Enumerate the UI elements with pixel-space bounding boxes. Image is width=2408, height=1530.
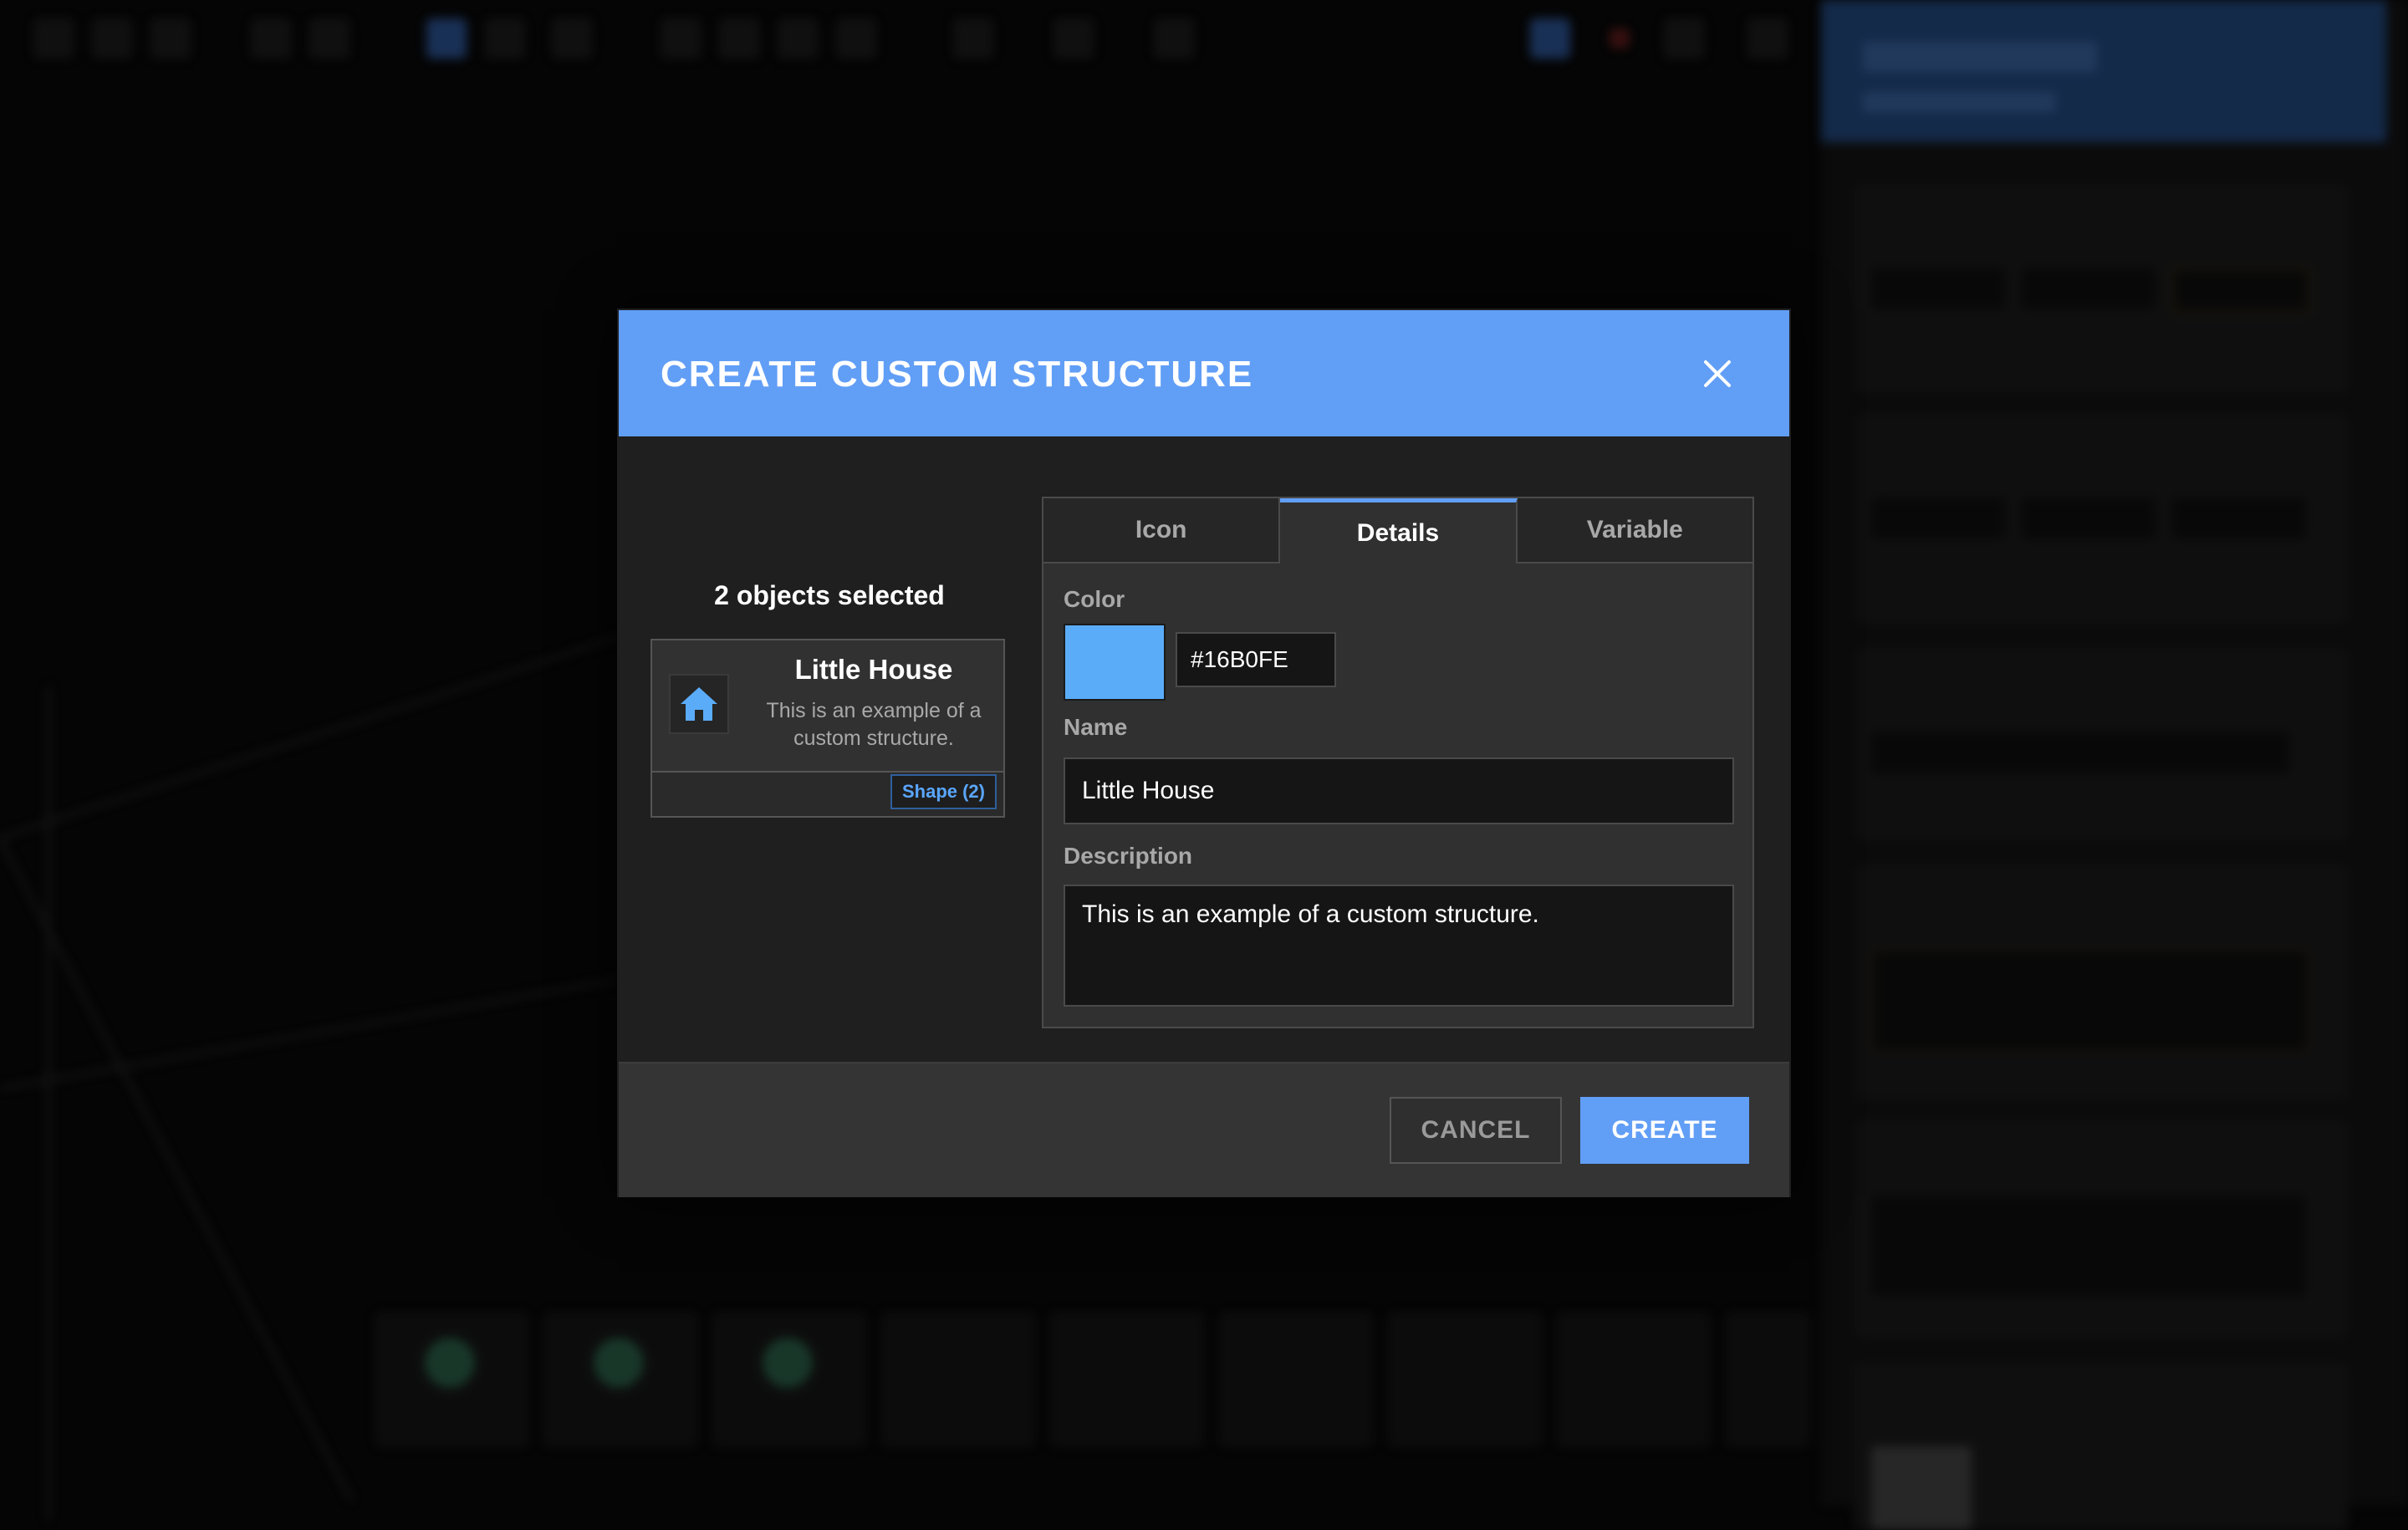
dock-slot[interactable] [1219, 1313, 1373, 1446]
toolbar-button[interactable] [552, 18, 592, 59]
toolbar-button[interactable] [836, 18, 876, 59]
preview-description: This is an example of a custom structure… [766, 699, 982, 750]
grid-line [47, 686, 50, 1522]
tab-bar: Icon Details Variable [1043, 498, 1752, 565]
create-button[interactable]: CREATE [1580, 1097, 1749, 1164]
toolbar-button[interactable] [485, 18, 525, 59]
size-x-field[interactable] [1871, 497, 2005, 539]
grid-line [0, 836, 354, 1502]
dock-slot[interactable] [543, 1313, 697, 1446]
structure-preview-card: Little House This is an example of a cus… [650, 639, 1005, 818]
angle-card [1854, 648, 2348, 840]
size-card [1854, 414, 2348, 623]
toolbar-button[interactable] [33, 18, 74, 59]
toolbar-button[interactable] [778, 18, 818, 59]
inspector-subtitle [1863, 92, 2055, 112]
toolbar-button[interactable] [953, 18, 993, 59]
description-label: Description [1064, 843, 1193, 869]
toolbar-button-active[interactable] [426, 18, 467, 59]
selection-count: 2 objects selected [714, 580, 945, 610]
color-card [1854, 1363, 2348, 1530]
color-hex-input[interactable] [1176, 632, 1336, 687]
dialog-header: CREATE CUSTOM STRUCTURE [619, 310, 1789, 436]
description-input[interactable]: This is an example of a custom structure… [1064, 885, 1734, 1007]
dock-slot[interactable] [881, 1313, 1035, 1446]
dialog-title: CREATE CUSTOM STRUCTURE [661, 354, 1254, 395]
name-input[interactable] [1064, 757, 1734, 824]
preview-name: Little House [794, 654, 953, 685]
close-icon[interactable] [1697, 354, 1737, 394]
toolbar-button[interactable] [1747, 18, 1788, 59]
size-y-field[interactable] [2022, 497, 2155, 539]
dock-slot[interactable] [375, 1313, 528, 1446]
size-z-field[interactable] [2172, 497, 2306, 539]
create-custom-structure-dialog: CREATE CUSTOM STRUCTURE 2 objects select… [617, 309, 1791, 1197]
tab-details[interactable]: Details [1280, 498, 1518, 564]
shape-icon [763, 1338, 813, 1388]
shape-icon [594, 1338, 644, 1388]
position-x-field[interactable] [1871, 268, 2005, 309]
toolbar-button[interactable] [719, 18, 759, 59]
toolbar-button[interactable] [1154, 18, 1194, 59]
toolbar-button[interactable] [1664, 18, 1704, 59]
cancel-button[interactable]: CANCEL [1390, 1097, 1562, 1164]
tab-icon[interactable]: Icon [1043, 498, 1281, 564]
dock-slot[interactable] [1388, 1313, 1542, 1446]
toolbar-button[interactable] [1054, 18, 1094, 59]
toolbar-button[interactable] [92, 18, 132, 59]
position-z-field[interactable] [2172, 268, 2309, 313]
dock-slot[interactable] [712, 1313, 866, 1446]
dock-slot[interactable] [1726, 1313, 1809, 1446]
house-icon [669, 674, 729, 734]
material-field[interactable] [1871, 1196, 2306, 1296]
top-toolbar [0, 0, 1814, 80]
toolbar-button[interactable] [661, 18, 701, 59]
inspector-header [1821, 0, 2386, 142]
shape-icon [425, 1338, 475, 1388]
color-swatch[interactable] [1871, 1446, 1972, 1530]
dock-slot[interactable] [1050, 1313, 1204, 1446]
inspector-panel [1821, 0, 2408, 1530]
dialog-footer: CANCEL CREATE [619, 1062, 1789, 1197]
position-y-field[interactable] [2022, 268, 2155, 309]
inspector-title [1863, 42, 2097, 72]
shape-card [1854, 865, 2348, 1099]
color-label: Color [1064, 586, 1125, 612]
toolbar-button[interactable] [150, 18, 191, 59]
toolbar-button[interactable] [251, 18, 291, 59]
shape-field[interactable] [1871, 949, 2309, 1053]
toolbar-button-active[interactable] [1530, 18, 1570, 59]
preview-body: Little House This is an example of a cus… [652, 640, 1003, 773]
selection-summary: 2 objects selected Little House This is … [650, 580, 1008, 818]
dock-slot[interactable] [1557, 1313, 1711, 1446]
record-button[interactable] [1610, 28, 1630, 48]
toolbar-button[interactable] [309, 18, 349, 59]
material-card [1854, 1120, 2348, 1338]
angle-field[interactable] [1871, 732, 2289, 773]
tab-variable[interactable]: Variable [1517, 498, 1752, 564]
structure-settings-panel: Icon Details Variable Color Name Descrip… [1042, 497, 1754, 1028]
name-label: Name [1064, 714, 1128, 740]
shape-count-badge: Shape (2) [890, 774, 997, 809]
color-swatch[interactable] [1064, 624, 1166, 701]
position-card [1854, 184, 2348, 393]
